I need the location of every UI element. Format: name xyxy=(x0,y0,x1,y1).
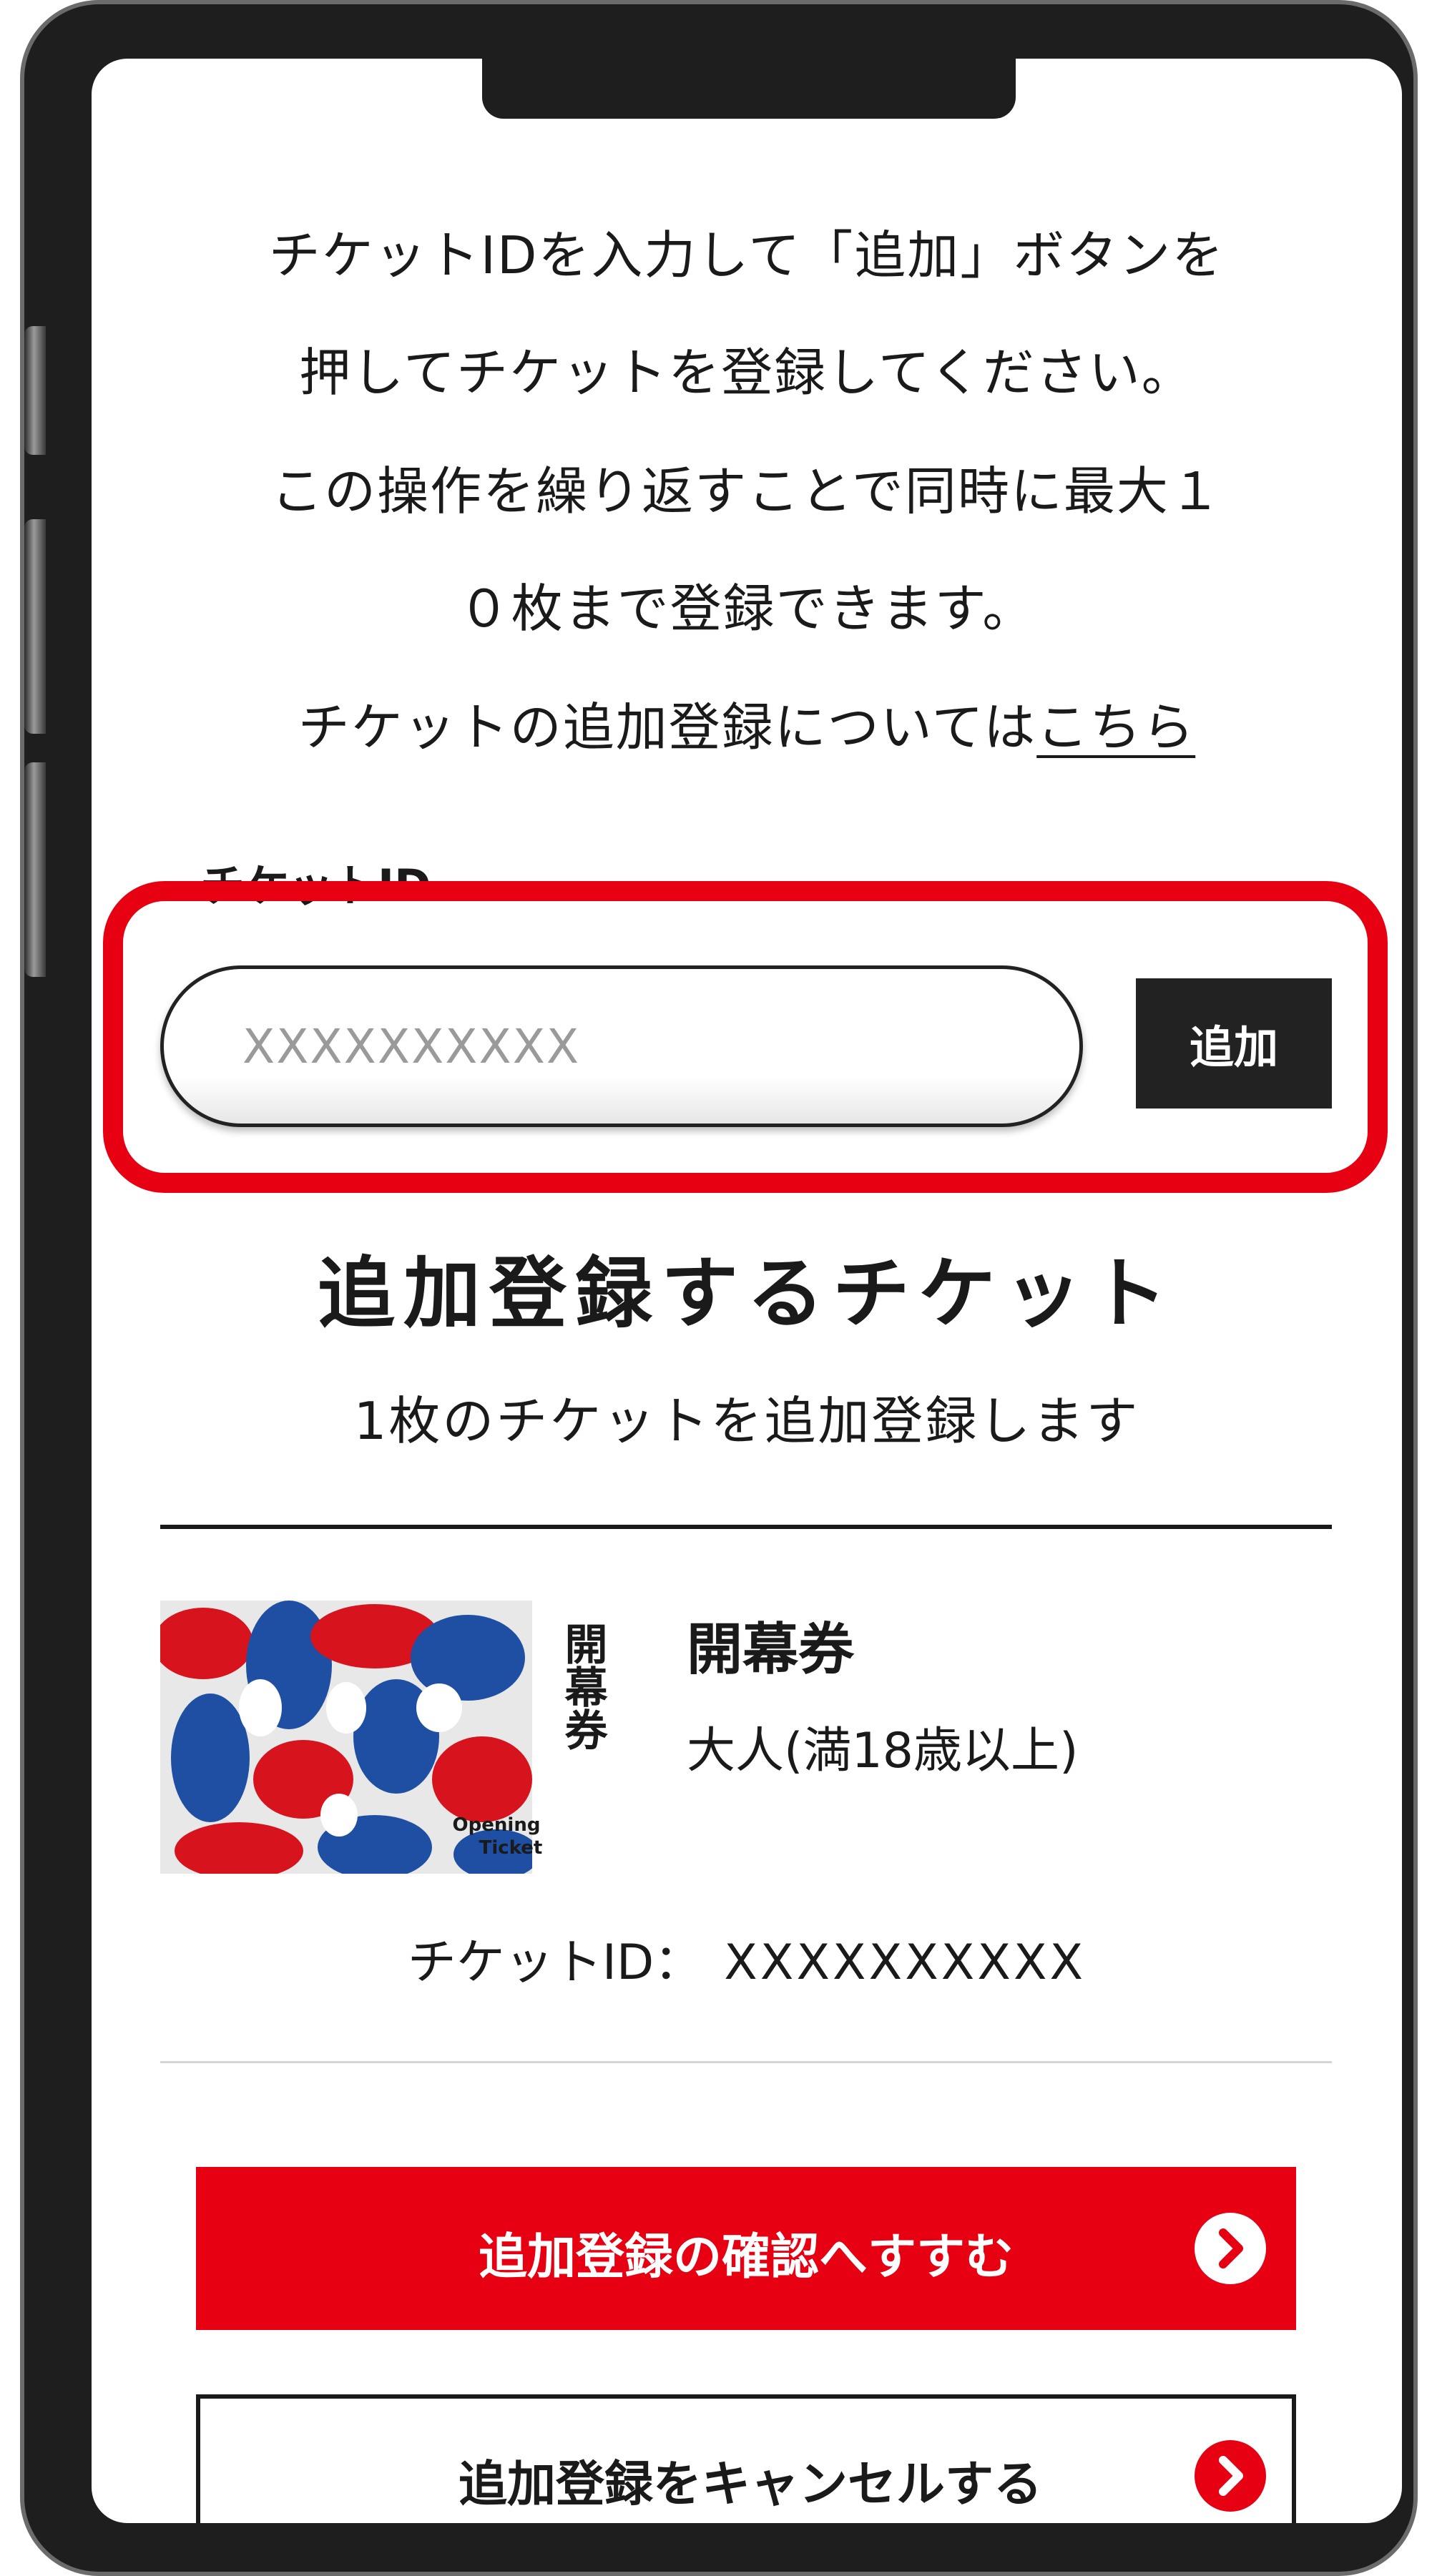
ticket-image-title: 開幕券 xyxy=(557,1622,608,1751)
phone-side-button xyxy=(24,519,46,734)
phone-notch xyxy=(482,57,1016,119)
phone-side-button xyxy=(24,326,46,455)
confirm-button[interactable]: 追加登録の確認へすすむ xyxy=(196,2167,1296,2330)
cancel-button-label: 追加登録をキャンセルする xyxy=(458,2457,1042,2513)
here-link[interactable]: こちら xyxy=(1036,697,1195,757)
ticket-image: 開幕券 Opening Ticket xyxy=(160,1601,618,1874)
instruction-line-2: 押してチケットを登録してください。 xyxy=(299,343,1195,403)
ticket-name: 開幕券 xyxy=(687,1618,855,1682)
ticket-image-en-1: Opening xyxy=(453,1814,541,1836)
ticket-id-row: チケットID： XXXXXXXXXX xyxy=(92,1922,1402,1993)
phone-frame: チケットIDを入力して「追加」ボタンを 押してチケットを登録してください。 この… xyxy=(20,0,1418,2576)
screen: チケットIDを入力して「追加」ボタンを 押してチケットを登録してください。 この… xyxy=(92,59,1402,2523)
divider xyxy=(160,1525,1332,1529)
ticket-id-input[interactable] xyxy=(160,965,1083,1127)
instruction-line-1: チケットIDを入力して「追加」ボタンを xyxy=(268,225,1225,285)
confirm-button-label: 追加登録の確認へすすむ xyxy=(478,2229,1014,2286)
add-button[interactable]: 追加 xyxy=(1136,978,1332,1108)
chevron-right-circle-icon xyxy=(1195,2213,1266,2284)
instruction-text: チケットの追加登録については xyxy=(298,697,1037,757)
cancel-button[interactable]: 追加登録をキャンセルする xyxy=(196,2394,1296,2523)
section-title: 追加登録するチケット xyxy=(317,1249,1176,1339)
ticket-id-value: XXXXXXXXXX xyxy=(724,1935,1087,1991)
divider xyxy=(160,2061,1332,2063)
ticket-id-label: チケットID： xyxy=(407,1935,703,1991)
ticket-id-label: チケットID xyxy=(200,860,431,912)
instruction-line-3: この操作を繰り返すことで同時に最大１ xyxy=(271,461,1222,521)
phone-side-button xyxy=(24,762,46,977)
section-subtitle: 1枚のチケットを追加登録します xyxy=(353,1391,1140,1451)
instruction-line-4: ０枚まで登録できます。 xyxy=(458,579,1036,639)
ticket-artwork: 開幕券 Opening Ticket xyxy=(160,1601,618,1874)
ticket-type: 大人(満18歳以上) xyxy=(687,1723,1079,1779)
ticket-image-en-2: Ticket xyxy=(479,1837,543,1859)
instruction-line-5: チケットの追加登録についてはこちら xyxy=(92,685,1402,760)
chevron-right-circle-icon xyxy=(1195,2440,1266,2512)
